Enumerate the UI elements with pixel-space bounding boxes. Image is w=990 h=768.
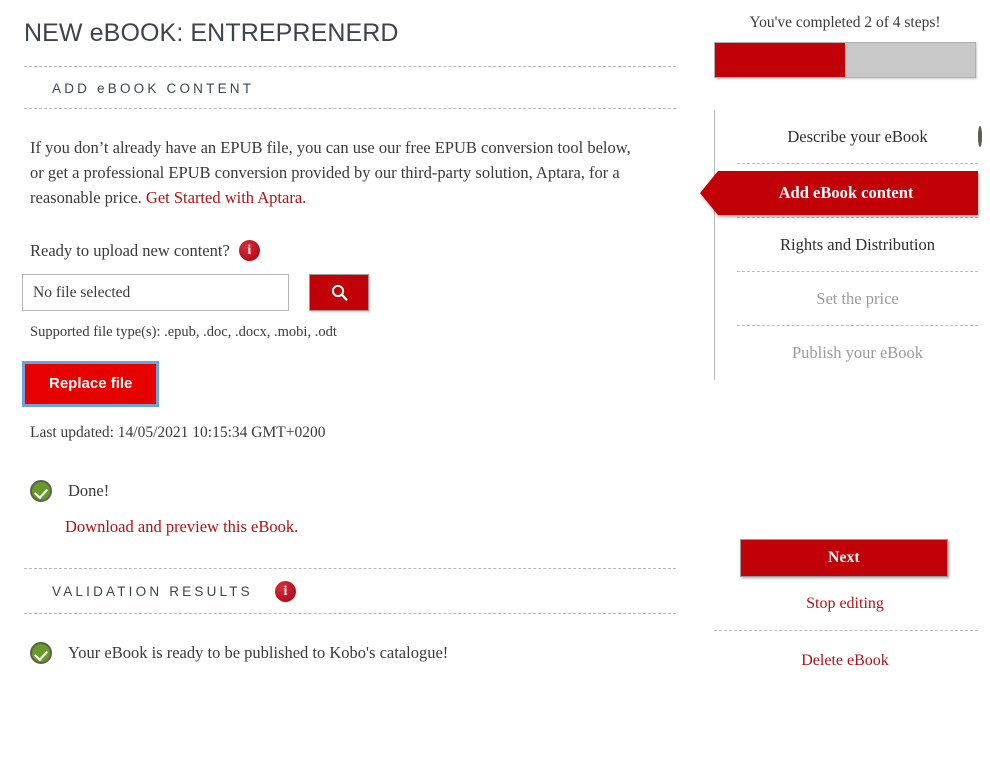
upload-status-row: Done! xyxy=(30,480,700,502)
file-name-input[interactable] xyxy=(22,274,289,311)
supported-file-types-text: Supported file type(s): .epub, .doc, .do… xyxy=(30,324,337,340)
step-label: Publish your eBook xyxy=(791,343,924,362)
delete-ebook-link[interactable]: Delete eBook xyxy=(801,652,889,669)
green-check-icon xyxy=(978,125,982,147)
next-button[interactable]: Next xyxy=(740,539,948,577)
download-preview-link[interactable]: Download and preview this eBook. xyxy=(65,517,298,536)
sidebar-divider xyxy=(714,630,978,631)
step-label: Describe your eBook xyxy=(787,126,928,146)
section-header-validation: VALIDATION RESULTS xyxy=(24,568,676,614)
intro-paragraph: If you don’t already have an EPUB file, … xyxy=(30,135,640,210)
search-icon xyxy=(330,283,349,302)
progress-bar-fill xyxy=(715,43,845,77)
download-preview-row: Download and preview this eBook. xyxy=(65,517,700,537)
step-label: Set the price xyxy=(816,288,899,308)
section-title-validation-results: VALIDATION RESULTS xyxy=(52,584,253,599)
step-complete-icon-wrap xyxy=(978,125,982,147)
validation-result-text: Your eBook is ready to be published to K… xyxy=(68,643,449,662)
get-started-with-aptara-link[interactable]: Get Started with Aptara. xyxy=(146,188,306,207)
replace-file-button[interactable]: Replace file xyxy=(25,364,157,404)
upload-prompt-label: Ready to upload new content? xyxy=(30,240,230,260)
info-icon[interactable] xyxy=(238,240,260,261)
validation-result-row: Your eBook is ready to be published to K… xyxy=(30,642,700,664)
main-content-column: NEW eBOOK: ENTREPRENERD ADD eBOOK CONTEN… xyxy=(0,0,700,768)
browse-file-button[interactable] xyxy=(309,274,369,311)
file-picker-row xyxy=(22,274,700,311)
sidebar-column: You've completed 2 of 4 steps! Describe … xyxy=(700,0,990,768)
stop-editing-row: Stop editing xyxy=(700,595,990,613)
step-label: Rights and Distribution xyxy=(780,234,935,254)
intro-text: If you don’t already have an EPUB file, … xyxy=(30,138,631,207)
validation-info-icon[interactable] xyxy=(274,581,296,602)
next-button-wrap: Next xyxy=(740,539,948,577)
replace-file-focus-ring: Replace file xyxy=(22,361,160,407)
stop-editing-link[interactable]: Stop editing xyxy=(806,595,884,612)
step-rights-and-distribution[interactable]: Rights and Distribution xyxy=(737,218,978,272)
ebook-content-page: NEW eBOOK: ENTREPRENERD ADD eBOOK CONTEN… xyxy=(0,0,990,768)
upload-status-label: Done! xyxy=(68,481,110,500)
progress-caption: You've completed 2 of 4 steps! xyxy=(749,14,941,31)
section-header-add-content: ADD eBOOK CONTENT xyxy=(24,66,676,109)
page-title: NEW eBOOK: ENTREPRENERD xyxy=(24,19,399,47)
section-title-add-ebook-content: ADD eBOOK CONTENT xyxy=(52,80,255,96)
last-updated-text: Last updated: 14/05/2021 10:15:34 GMT+02… xyxy=(30,424,326,441)
green-check-icon xyxy=(30,480,52,502)
steps-list: Describe your eBook Add eBook content Ri… xyxy=(700,110,990,380)
step-describe-your-ebook[interactable]: Describe your eBook xyxy=(737,110,982,164)
upload-prompt-row: Ready to upload new content? xyxy=(30,240,700,261)
green-check-icon xyxy=(30,642,52,664)
progress-bar xyxy=(714,42,976,78)
active-step-label: Add eBook content xyxy=(778,183,914,202)
step-publish-your-ebook: Publish your eBook xyxy=(737,326,978,380)
step-set-the-price: Set the price xyxy=(737,272,978,326)
active-step-arrow[interactable]: Add eBook content xyxy=(700,171,978,215)
active-step-arrow-shape: Add eBook content xyxy=(700,171,978,215)
delete-ebook-row: Delete eBook xyxy=(700,652,990,670)
